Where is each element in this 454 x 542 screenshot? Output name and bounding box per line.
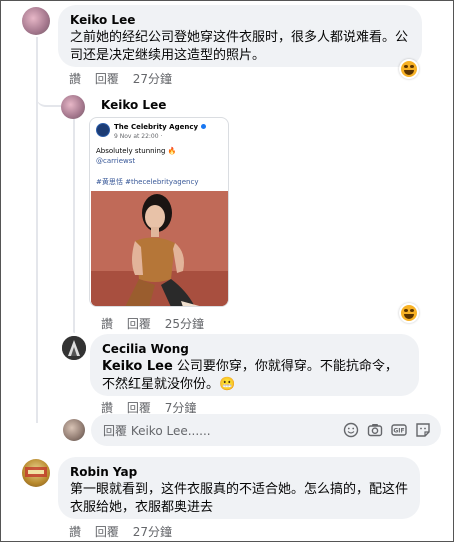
comment-text: 第一眼就看到，这件衣服真的不适合她。怎么搞的，配这件衣服给她，衣服都奥进去 xyxy=(70,482,409,515)
comment-actions: 讚 回覆 27分鐘 xyxy=(69,70,182,87)
avatar-image xyxy=(62,336,86,360)
comment-author[interactable]: Keiko Lee xyxy=(101,98,166,112)
woman-photo xyxy=(91,191,228,306)
laughing-face-icon[interactable] xyxy=(399,303,419,323)
laughing-face-icon[interactable] xyxy=(399,59,419,79)
post-hashtags[interactable]: #黄思恬 #thecelebrityagency xyxy=(96,177,198,187)
comment-bubble: Robin Yap 第一眼就看到，这件衣服真的不适合她。怎么搞的，配这件衣服给她… xyxy=(58,457,420,519)
post-text: Absolutely stunning 🔥 xyxy=(96,147,177,155)
timestamp[interactable]: 7分鐘 xyxy=(165,401,197,415)
verified-badge-icon xyxy=(201,124,207,129)
avatar[interactable] xyxy=(22,459,50,487)
like-link[interactable]: 讚 xyxy=(101,401,113,415)
like-link[interactable]: 讚 xyxy=(69,525,81,539)
like-link[interactable]: 讚 xyxy=(101,317,113,331)
page-name[interactable]: The Celebrity Agency xyxy=(114,123,198,131)
comment-text: Keiko Lee 公司要你穿，你就得穿。不能抗命令，不然红星就没你份。😬 xyxy=(102,358,407,394)
comment-author[interactable]: Robin Yap xyxy=(70,465,408,479)
comment-thread: Keiko Lee 之前她的经纪公司登她穿这件衣服时，很多人都说难看。公司还是决… xyxy=(0,0,454,542)
comment-author[interactable]: Cecilia Wong xyxy=(102,342,407,356)
comment-bubble: Keiko Lee 之前她的经纪公司登她穿这件衣服时，很多人都说难看。公司还是决… xyxy=(58,5,422,67)
avatar[interactable] xyxy=(22,7,50,35)
post-photo[interactable] xyxy=(91,191,228,306)
current-user-avatar xyxy=(63,419,85,441)
comment-actions: 讚 回覆 25分鐘 xyxy=(101,315,214,332)
comment-mention[interactable]: Keiko Lee xyxy=(102,359,173,374)
avatar-image xyxy=(25,467,47,477)
comment-actions: 讚 回覆 27分鐘 xyxy=(69,523,182,540)
shared-post-card[interactable]: The Celebrity Agency 9 Nov at 22:00 · Ab… xyxy=(89,117,229,307)
comment-author[interactable]: Keiko Lee xyxy=(70,13,410,27)
comment-bubble: Cecilia Wong Keiko Lee 公司要你穿，你就得穿。不能抗命令，… xyxy=(90,334,419,396)
reply-link[interactable]: 回覆 xyxy=(95,72,119,86)
shared-post-header: The Celebrity Agency 9 Nov at 22:00 · xyxy=(96,123,207,141)
svg-text:GIF: GIF xyxy=(393,428,404,435)
timestamp[interactable]: 25分鐘 xyxy=(165,317,204,331)
comment-text: 之前她的经纪公司登她穿这件衣服时，很多人都说难看。公司还是决定继续用这造型的照片… xyxy=(70,30,409,63)
avatar[interactable] xyxy=(62,336,86,360)
timestamp[interactable]: 27分鐘 xyxy=(133,525,172,539)
reply-link[interactable]: 回覆 xyxy=(127,317,151,331)
sticker-icon[interactable] xyxy=(415,422,431,438)
camera-icon[interactable] xyxy=(367,422,383,438)
thread-connector xyxy=(36,91,61,107)
avatar[interactable] xyxy=(61,95,85,119)
reply-input[interactable] xyxy=(103,420,293,440)
like-link[interactable]: 讚 xyxy=(69,72,81,86)
gif-icon[interactable]: GIF xyxy=(391,422,407,438)
reply-link[interactable]: 回覆 xyxy=(127,401,151,415)
reply-link[interactable]: 回覆 xyxy=(95,525,119,539)
page-avatar xyxy=(96,123,110,137)
timestamp[interactable]: 27分鐘 xyxy=(133,72,172,86)
thread-line-nested xyxy=(73,117,75,331)
post-date: 9 Nov at 22:00 · xyxy=(114,133,163,140)
post-mention[interactable]: @carriewst xyxy=(96,156,135,166)
reply-composer: GIF xyxy=(91,414,441,446)
emoji-icon[interactable] xyxy=(343,422,359,438)
thread-connector-nested xyxy=(73,331,75,333)
